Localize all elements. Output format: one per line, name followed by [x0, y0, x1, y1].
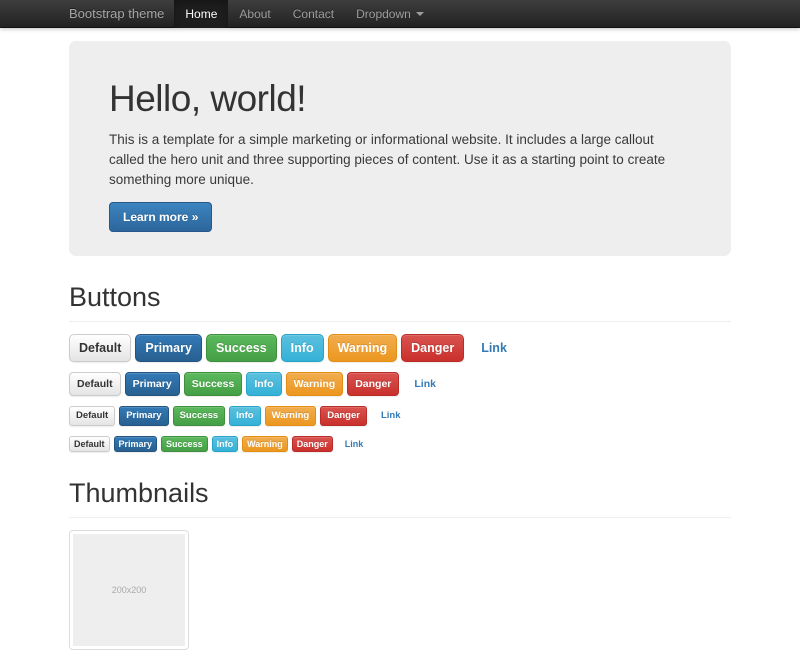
btn-warning-md[interactable]: Warning — [286, 372, 344, 396]
btn-link-xs[interactable]: Link — [341, 437, 368, 451]
nav-item-dropdown[interactable]: Dropdown — [345, 0, 435, 28]
btn-primary-sm[interactable]: Primary — [119, 406, 168, 426]
btn-warning-xs[interactable]: Warning — [242, 436, 288, 452]
thumbnail-placeholder-image: 200x200 — [73, 534, 185, 646]
navbar-brand[interactable]: Bootstrap theme — [69, 0, 164, 28]
hero-title: Hello, world! — [109, 79, 691, 119]
thumbnail-item[interactable]: 200x200 — [69, 530, 189, 650]
btn-danger-xs[interactable]: Danger — [292, 436, 333, 452]
button-rows: DefaultPrimarySuccessInfoWarningDangerLi… — [69, 334, 731, 452]
btn-success-md[interactable]: Success — [184, 372, 243, 396]
btn-success-xs[interactable]: Success — [161, 436, 208, 452]
btn-info-xs[interactable]: Info — [212, 436, 239, 452]
thumbnails-section-title: Thumbnails — [69, 478, 731, 509]
btn-danger-md[interactable]: Danger — [347, 372, 399, 396]
nav-item-contact[interactable]: Contact — [282, 0, 345, 28]
hero-description: This is a template for a simple marketin… — [109, 130, 691, 191]
btn-info-lg[interactable]: Info — [281, 334, 324, 362]
btn-success-lg[interactable]: Success — [206, 334, 277, 362]
btn-default-xs[interactable]: Default — [69, 436, 110, 452]
caret-down-icon — [416, 12, 424, 16]
btn-success-sm[interactable]: Success — [173, 406, 226, 426]
btn-danger-sm[interactable]: Danger — [320, 406, 367, 426]
btn-warning-sm[interactable]: Warning — [265, 406, 317, 426]
btn-info-md[interactable]: Info — [246, 372, 281, 396]
button-row-xs: DefaultPrimarySuccessInfoWarningDanger Li… — [69, 436, 731, 452]
btn-info-sm[interactable]: Info — [229, 406, 260, 426]
buttons-section-header: Buttons — [69, 282, 731, 322]
btn-link-md[interactable]: Link — [407, 373, 443, 395]
btn-default-md[interactable]: Default — [69, 372, 121, 396]
btn-primary-md[interactable]: Primary — [125, 372, 180, 396]
btn-primary-lg[interactable]: Primary — [135, 334, 202, 362]
navbar: Bootstrap theme HomeAboutContactDropdown — [0, 0, 800, 28]
btn-warning-lg[interactable]: Warning — [328, 334, 398, 362]
buttons-section-title: Buttons — [69, 282, 731, 313]
btn-danger-lg[interactable]: Danger — [401, 334, 464, 362]
btn-link-sm[interactable]: Link — [375, 407, 407, 425]
hero-unit: Hello, world! This is a template for a s… — [69, 41, 731, 256]
thumbnail-placeholder-label: 200x200 — [112, 585, 147, 595]
btn-default-lg[interactable]: Default — [69, 334, 131, 362]
button-row-sm: DefaultPrimarySuccessInfoWarningDanger Li… — [69, 406, 731, 426]
button-row-md: DefaultPrimarySuccessInfoWarningDanger Li… — [69, 372, 731, 396]
learn-more-button[interactable]: Learn more » — [109, 202, 212, 232]
button-row-lg: DefaultPrimarySuccessInfoWarningDanger Li… — [69, 334, 731, 362]
nav-item-home[interactable]: Home — [174, 0, 228, 28]
nav-item-about[interactable]: About — [228, 0, 281, 28]
btn-default-sm[interactable]: Default — [69, 406, 115, 426]
btn-link-lg[interactable]: Link — [472, 335, 516, 361]
btn-primary-xs[interactable]: Primary — [114, 436, 158, 452]
thumbnails-section-header: Thumbnails — [69, 478, 731, 518]
navbar-nav: HomeAboutContactDropdown — [174, 0, 434, 28]
